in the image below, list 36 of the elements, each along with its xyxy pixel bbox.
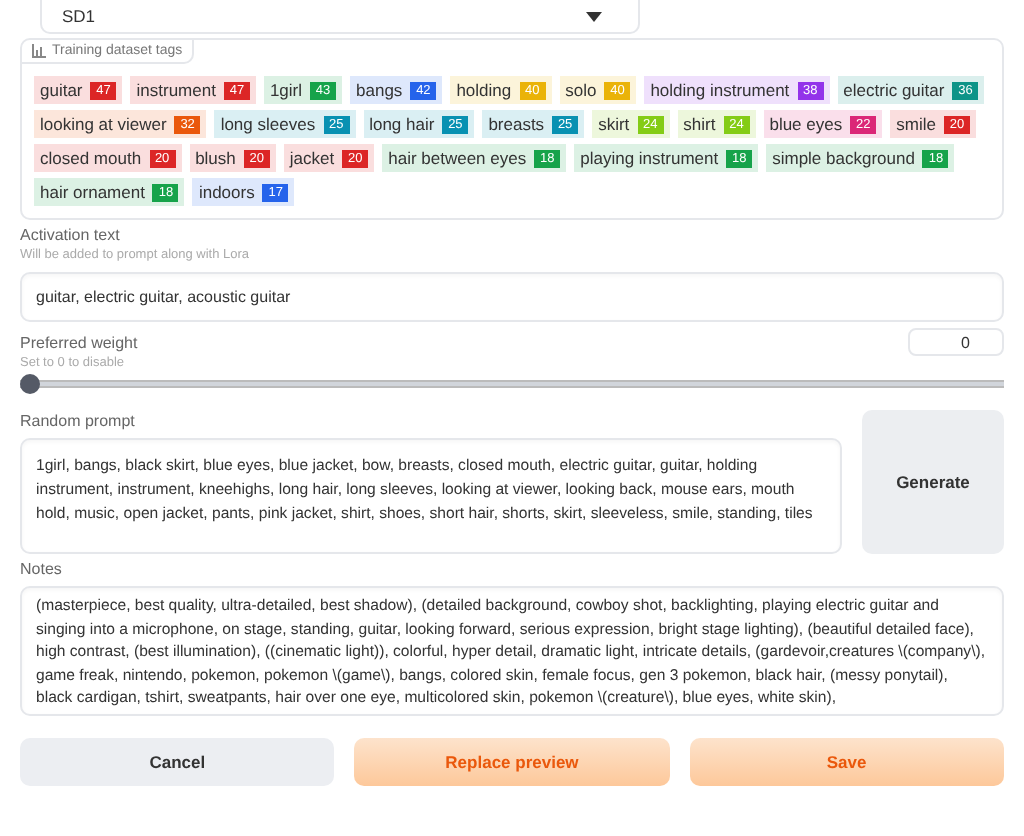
field-label: Activation text: [20, 226, 122, 244]
tag-label: electric guitar: [843, 80, 945, 100]
tag-label: indoors: [198, 182, 255, 202]
tag-label: hair between eyes: [388, 148, 527, 168]
tag-label: long sleeves: [220, 114, 316, 134]
field-label: Preferred weight: [20, 334, 138, 352]
tag-label: instrument: [136, 80, 216, 100]
field-label: Notes: [20, 560, 64, 578]
tag-label: looking at viewer: [40, 114, 167, 134]
caret-icon: [586, 11, 602, 21]
tag-label: long hair: [369, 114, 435, 134]
tag-label: closed mouth: [40, 148, 142, 168]
tag-label: solo: [565, 80, 597, 100]
tag-label: simple background: [772, 148, 915, 168]
tag-label: jacket: [289, 148, 335, 168]
tag-label: bangs: [356, 80, 403, 100]
tag-label: blue eyes: [769, 114, 843, 134]
tag-label: holding: [456, 80, 512, 100]
model-dropdown[interactable]: SD1: [40, 0, 640, 34]
chart-icon: [32, 44, 46, 58]
tag-label: shirt: [683, 114, 716, 134]
action-button[interactable]: Cancel: [20, 738, 335, 786]
weight-number-field[interactable]: 0: [908, 328, 1004, 356]
slider-thumb[interactable]: [20, 374, 40, 394]
generate-button[interactable]: Generate: [862, 410, 1004, 554]
tag-label: playing instrument: [580, 148, 719, 168]
tag-label: hair ornament: [40, 182, 145, 202]
tag-label: breasts: [488, 114, 545, 134]
field-label: Random prompt: [20, 412, 137, 430]
tag-label: skirt: [598, 114, 630, 134]
tag-label: smile: [896, 114, 936, 134]
tag-label: guitar: [40, 80, 83, 100]
tag-label: 1girl: [269, 80, 303, 100]
tag-label: blush: [195, 148, 236, 168]
tag-label: holding instrument: [650, 80, 790, 100]
activation-text-field[interactable]: guitar, electric guitar, acoustic guitar: [20, 272, 1004, 322]
